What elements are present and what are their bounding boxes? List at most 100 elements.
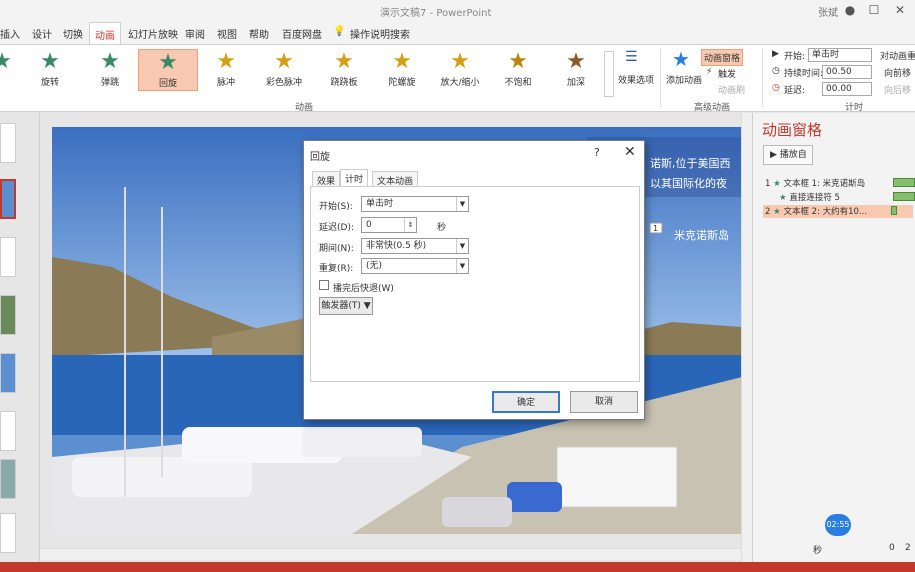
effect-options-icon[interactable]: ☰	[625, 49, 638, 65]
repeat-label: 重复(R):	[319, 264, 354, 274]
horizontal-scrollbar[interactable]	[40, 548, 741, 560]
item-number: 1	[765, 179, 771, 189]
animation-option[interactable]: ★ 不饱和	[488, 49, 548, 91]
play-from-button[interactable]: ▶ 播放自	[763, 145, 813, 165]
slide-thumbnail-selected[interactable]	[0, 179, 16, 219]
dialog-tab-timing[interactable]: 计时	[340, 169, 369, 187]
animation-pane-button[interactable]: 动画窗格	[701, 49, 744, 66]
animation-option-label: 跷跷板	[330, 78, 358, 88]
trigger-button[interactable]: 触发器(T) ▼	[319, 297, 373, 315]
tab-review[interactable]: 审阅	[185, 26, 205, 41]
add-animation-button[interactable]: 添加动画	[666, 73, 702, 86]
item-number: 2	[765, 207, 771, 217]
animation-option[interactable]: ★ 弹跳	[80, 49, 140, 91]
tab-transitions[interactable]: 切换	[63, 26, 83, 41]
animation-option[interactable]: ★ 脉冲	[196, 49, 256, 91]
title-bar: 演示文稿7 - PowerPoint 张斌 ● ☐ ✕	[0, 0, 915, 22]
dialog-tab-effect[interactable]: 效果	[312, 171, 341, 187]
star-icon: ★	[566, 49, 586, 74]
tab-design[interactable]: 设计	[32, 26, 52, 41]
close-icon[interactable]: ✕	[624, 144, 636, 160]
animation-item[interactable]: ★ 直接连接符 5	[779, 191, 915, 204]
add-animation-icon[interactable]: ★	[672, 47, 690, 71]
help-icon[interactable]: ?	[594, 146, 600, 159]
vertical-scrollbar[interactable]	[741, 113, 752, 562]
trigger-label: 触发器(T)	[321, 301, 361, 311]
star-icon: ★	[450, 49, 470, 74]
animation-option[interactable]: ★ 跷跷板	[314, 49, 374, 91]
trigger-button[interactable]: 触发	[718, 67, 736, 80]
delay-label: 延迟:	[784, 86, 806, 96]
period-select[interactable]: 非常快(0.5 秒) ▼	[361, 238, 469, 254]
slide-thumbnail[interactable]	[0, 237, 16, 277]
start-select[interactable]: 单击时 ▼	[361, 196, 469, 212]
group-label-timing: 计时	[845, 103, 864, 113]
slide-thumbnail[interactable]	[0, 513, 16, 553]
animation-option-label: 放大/缩小	[440, 78, 480, 88]
tab-baidu-disk[interactable]: 百度网盘	[282, 26, 322, 41]
animation-option[interactable]: ★ 放大/缩小	[430, 49, 490, 91]
tab-slideshow[interactable]: 幻灯片放映	[128, 26, 178, 41]
slide-thumbnail[interactable]	[0, 123, 16, 163]
delay-label: 延迟(D):	[319, 223, 354, 233]
animation-option[interactable]: ★ 彩色脉冲	[254, 49, 314, 91]
slide-thumbnail[interactable]	[0, 353, 16, 393]
slide-thumbnail[interactable]	[0, 411, 16, 451]
close-window-icon[interactable]: ✕	[892, 2, 908, 18]
user-avatar-icon[interactable]: ●	[842, 2, 858, 18]
tell-me-search[interactable]: 操作说明搜索	[350, 26, 410, 41]
animation-item-selected[interactable]: 2 ★ 文本框 2: 大约有10...	[763, 205, 913, 218]
ribbon: ★ ★ 旋转 ★ 弹跳 ★ 回旋 ★ 脉冲 ★ 彩色脉冲 ★ 跷跷板 ★ 陀螺旋 ★ 放大/缩小 ★ 不饱和 ★ 加深…	[0, 44, 915, 113]
star-icon: ★	[274, 49, 294, 74]
animation-option[interactable]: ★ 回旋	[138, 49, 198, 91]
repeat-select[interactable]: (无) ▼	[361, 258, 469, 274]
ok-button[interactable]: 确定	[492, 391, 560, 413]
start-label: 开始:	[784, 52, 806, 62]
chevron-down-icon: ▼	[456, 259, 468, 273]
lightbulb-icon: 💡	[333, 26, 346, 37]
slide-thumbnail[interactable]	[0, 295, 16, 335]
start-dropdown[interactable]: 单击时	[808, 48, 872, 62]
star-icon: ★	[773, 207, 781, 217]
restore-icon[interactable]: ☐	[866, 2, 882, 18]
tab-help[interactable]: 帮助	[249, 26, 269, 41]
animation-item[interactable]: 1 ★ 文本框 1: 米克诺斯岛	[765, 177, 915, 190]
tab-view[interactable]: 视图	[217, 26, 237, 41]
star-icon: ★	[100, 49, 120, 74]
delay-spinner[interactable]: 0 ⇕	[361, 217, 417, 233]
start-label: 开始(S):	[319, 202, 353, 212]
animation-option[interactable]: ★ 陀螺旋	[372, 49, 432, 91]
animation-option-label: 回旋	[158, 79, 177, 89]
gallery-scroll[interactable]	[604, 51, 614, 97]
period-label: 期间(N):	[319, 244, 354, 254]
move-later-button[interactable]: 向后移	[884, 83, 911, 96]
tab-insert[interactable]: 插入	[0, 26, 20, 41]
rewind-label: 播完后快退(W)	[333, 284, 394, 294]
cancel-button[interactable]: 取消	[570, 391, 638, 413]
spinner-icon[interactable]: ⇕	[404, 218, 416, 232]
animation-option-label: 加深	[566, 78, 585, 88]
delay-field[interactable]: 00.00	[822, 82, 872, 96]
animation-option[interactable]: ★ 加深	[546, 49, 606, 91]
rewind-checkbox[interactable]	[319, 280, 329, 290]
duration-field[interactable]: 00.50	[822, 65, 872, 79]
animation-option-label: 陀螺旋	[388, 78, 416, 88]
dialog-title: 回旋	[310, 152, 330, 163]
animation-option[interactable]: ★ 旋转	[20, 49, 80, 91]
effect-options-button[interactable]: 效果选项	[618, 73, 654, 86]
chevron-down-icon: ▼	[456, 197, 468, 211]
seconds-label: 秒	[813, 546, 823, 556]
period-select-value: 非常快(0.5 秒)	[366, 241, 427, 251]
star-icon: ★	[508, 49, 528, 74]
tab-animations[interactable]: 动画	[89, 22, 121, 45]
slide-thumbnail[interactable]	[0, 459, 16, 499]
window-title: 演示文稿7 - PowerPoint	[380, 8, 492, 19]
item-text: 文本框 2: 大约有10...	[783, 207, 868, 217]
item-text: 文本框 1: 米克诺斯岛	[783, 179, 866, 189]
slide-text-line2: 以其国际化的夜	[650, 176, 727, 190]
move-earlier-button[interactable]: 向前移	[884, 66, 911, 79]
star-icon: ★	[40, 49, 60, 74]
dialog-tab-text-animation[interactable]: 文本动画	[372, 171, 419, 187]
animation-painter-button[interactable]: 动画刷	[718, 83, 745, 96]
user-name[interactable]: 张斌	[818, 4, 838, 19]
